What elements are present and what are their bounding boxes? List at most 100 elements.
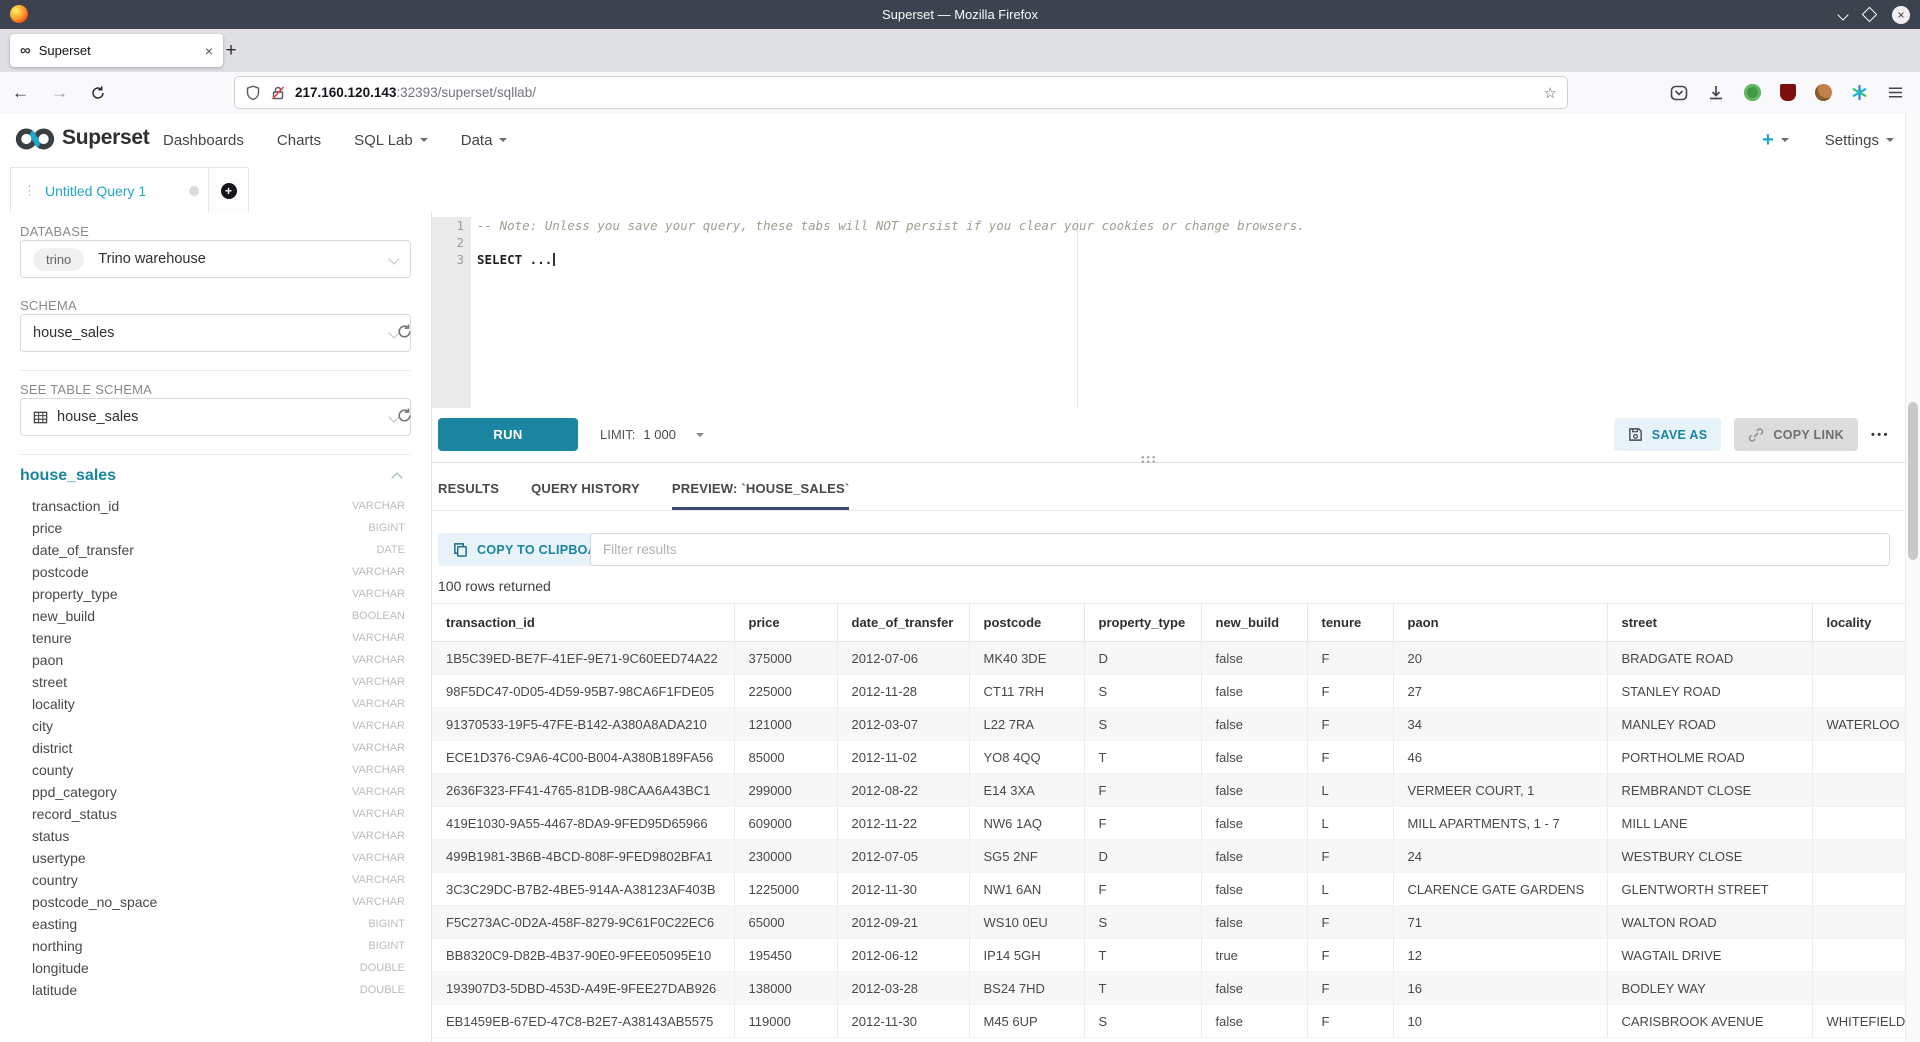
south-tab-results[interactable]: RESULTS — [438, 470, 499, 510]
chevron-down-icon — [696, 433, 704, 437]
back-icon[interactable]: ← — [12, 83, 29, 103]
sql-editor[interactable]: 123 -- Note: Unless you save your query,… — [432, 217, 1905, 408]
settings-menu[interactable]: Settings — [1825, 132, 1894, 149]
results-toolbar: COPY TO CLIPBOARD — [432, 533, 1905, 568]
insecure-lock-icon[interactable] — [270, 85, 286, 101]
column-type: VARCHAR — [352, 500, 405, 512]
code-line[interactable]: SELECT ... — [471, 251, 1905, 268]
extension-green-icon[interactable] — [1744, 84, 1761, 101]
table-cell: 10 — [1393, 1005, 1607, 1038]
refresh-schema-icon[interactable] — [396, 323, 413, 340]
more-options-icon[interactable]: ••• — [1871, 429, 1890, 441]
table-cell: true — [1201, 939, 1307, 972]
table-cell: REMBRANDT CLOSE — [1607, 774, 1812, 807]
table-cell: SG5 2NF — [969, 840, 1084, 873]
limit-dropdown[interactable]: LIMIT: 1 000 — [600, 418, 704, 451]
table-cell: 138000 — [734, 972, 837, 1005]
column-name: status — [32, 828, 69, 844]
column-type: BIGINT — [368, 940, 405, 952]
window-title: Superset — Mozilla Firefox — [0, 0, 1920, 29]
nav-item-sql-lab[interactable]: SQL Lab — [354, 132, 428, 149]
refresh-table-icon[interactable] — [396, 407, 413, 424]
add-query-tab-button[interactable]: + — [208, 167, 249, 213]
code-text: SELECT ... — [477, 252, 552, 267]
download-icon[interactable] — [1707, 84, 1725, 102]
table-select[interactable]: house_sales — [20, 398, 411, 436]
limit-value: 1 000 — [643, 427, 676, 442]
nav-item-data[interactable]: Data — [461, 132, 508, 149]
table-cell: F — [1084, 807, 1201, 840]
forward-icon[interactable]: → — [51, 83, 68, 103]
url-bar[interactable]: 217.160.120.143:32393/superset/sqllab/ ☆ — [235, 77, 1567, 108]
table-cell: 34 — [1393, 708, 1607, 741]
schema-value: house_sales — [33, 325, 114, 341]
column-name: new_build — [32, 608, 95, 624]
copy-link-button[interactable]: COPY LINK — [1734, 418, 1858, 451]
column-header-tenure[interactable]: tenure — [1307, 604, 1393, 642]
column-type: DOUBLE — [360, 962, 405, 974]
table-cell: 193907D3-5DBD-453D-A49E-9FEE27DAB926 — [432, 972, 734, 1005]
sqllab-sidebar: DATABASE trino Trino warehouse SCHEMA ho… — [0, 212, 432, 1042]
cookie-icon[interactable] — [1815, 84, 1832, 101]
add-new-button[interactable]: + — [1762, 129, 1789, 152]
tracking-shield-icon[interactable] — [245, 85, 261, 101]
column-header-paon[interactable]: paon — [1393, 604, 1607, 642]
column-header-postcode[interactable]: postcode — [969, 604, 1084, 642]
url-path: :32393/superset/sqllab/ — [396, 85, 536, 100]
query-tab-title: Untitled Query 1 — [45, 183, 180, 199]
column-header-date_of_transfer[interactable]: date_of_transfer — [837, 604, 969, 642]
window-minimize-icon[interactable] — [1837, 9, 1848, 20]
column-header-price[interactable]: price — [734, 604, 837, 642]
database-select[interactable]: trino Trino warehouse — [20, 240, 411, 278]
column-header-new_build[interactable]: new_build — [1201, 604, 1307, 642]
table-cell: 12 — [1393, 939, 1607, 972]
south-tab-query-history[interactable]: QUERY HISTORY — [531, 470, 640, 510]
firefox-tab[interactable]: ∞ Superset × — [10, 34, 223, 67]
superset-brand[interactable]: Superset — [62, 126, 149, 150]
column-header-locality[interactable]: locality — [1812, 604, 1906, 642]
filter-results-input[interactable] — [590, 533, 1890, 566]
pocket-icon[interactable] — [1670, 84, 1688, 102]
code-line[interactable]: -- Note: Unless you save your query, the… — [471, 217, 1905, 234]
chevron-up-icon[interactable] — [391, 472, 402, 483]
schema-select[interactable]: house_sales — [20, 314, 411, 352]
drag-handle-icon[interactable]: ⋮ — [23, 183, 36, 199]
save-as-label: SAVE AS — [1652, 428, 1708, 442]
ublock-shield-icon[interactable] — [1780, 84, 1796, 101]
column-header-street[interactable]: street — [1607, 604, 1812, 642]
column-name: record_status — [32, 806, 117, 822]
scrollbar-thumb[interactable] — [1908, 402, 1918, 560]
superset-favicon-icon: ∞ — [20, 43, 31, 58]
hamburger-menu-icon[interactable] — [1887, 84, 1904, 101]
column-type: VARCHAR — [352, 786, 405, 798]
query-tab-active[interactable]: ⋮ Untitled Query 1 × — [10, 167, 229, 213]
editor-lines[interactable]: -- Note: Unless you save your query, the… — [471, 217, 1905, 268]
table-cell: F — [1084, 774, 1201, 807]
column-header-property_type[interactable]: property_type — [1084, 604, 1201, 642]
bookmark-star-icon[interactable]: ☆ — [1544, 84, 1557, 102]
nav-item-label: Charts — [277, 132, 321, 149]
save-as-button[interactable]: SAVE AS — [1614, 418, 1722, 451]
column-header-transaction_id[interactable]: transaction_id — [432, 604, 734, 642]
superset-logo-icon[interactable] — [14, 126, 56, 152]
window-maximize-icon[interactable] — [1862, 7, 1878, 23]
south-tab-preview-house-sales[interactable]: PREVIEW: `HOUSE_SALES` — [672, 470, 850, 510]
extension-spark-icon[interactable] — [1851, 84, 1868, 101]
window-close-icon[interactable]: × — [1892, 6, 1910, 24]
column-name: district — [32, 740, 72, 756]
table-cell: 91370533-19F5-47FE-B142-A380A8ADA210 — [432, 708, 734, 741]
pane-splitter-handle[interactable] — [1140, 455, 1157, 465]
url-host: 217.160.120.143 — [295, 85, 396, 100]
run-button[interactable]: RUN — [438, 418, 578, 451]
code-line[interactable] — [471, 234, 1905, 251]
table-schema-title[interactable]: house_sales — [20, 467, 116, 485]
chevron-down-icon — [499, 138, 507, 142]
reload-icon[interactable] — [90, 85, 106, 101]
table-cell: BRADGATE ROAD — [1607, 642, 1812, 675]
tab-close-icon[interactable]: × — [205, 43, 213, 59]
nav-item-dashboards[interactable]: Dashboards — [163, 132, 244, 149]
column-name: longitude — [32, 960, 89, 976]
new-tab-button[interactable]: + — [216, 34, 246, 67]
page-scrollbar[interactable] — [1905, 113, 1920, 1042]
nav-item-charts[interactable]: Charts — [277, 132, 321, 149]
